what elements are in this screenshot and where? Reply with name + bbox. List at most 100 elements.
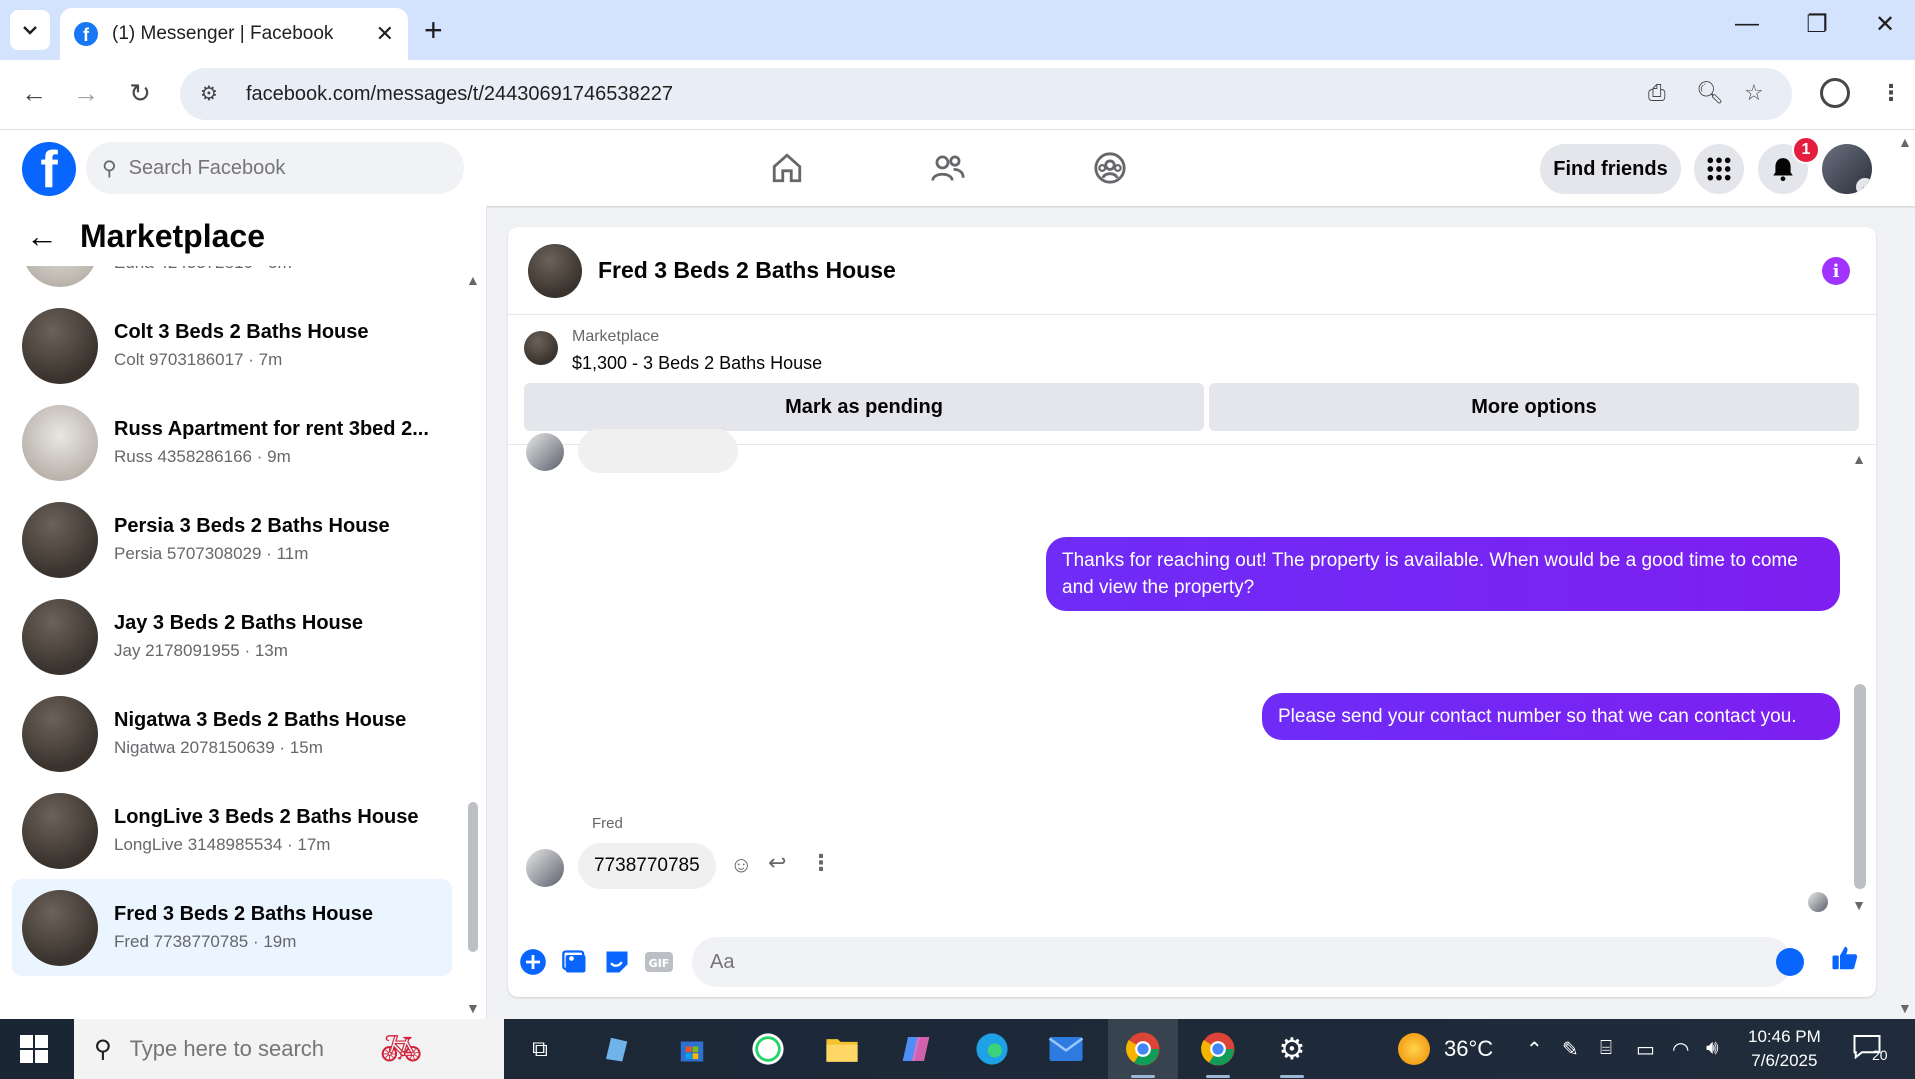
restore-window-button[interactable]: ❐ bbox=[1797, 10, 1837, 39]
reply-icon[interactable]: ↩ bbox=[768, 850, 786, 876]
notes-app-icon[interactable] bbox=[596, 1029, 636, 1069]
scroll-up-arrow-icon[interactable]: ▲ bbox=[1852, 451, 1866, 467]
system-clock[interactable]: 10:46 PM 7/6/2025 bbox=[1748, 1025, 1821, 1073]
more-actions-icon[interactable]: ⋮ bbox=[810, 850, 832, 876]
mark-as-pending-button[interactable]: Mark as pending bbox=[524, 383, 1204, 431]
whatsapp-icon[interactable] bbox=[748, 1029, 788, 1069]
settings-gear-icon[interactable]: ⚙ bbox=[1272, 1029, 1312, 1069]
chat-avatar[interactable] bbox=[528, 243, 582, 298]
sticker-icon[interactable] bbox=[602, 947, 632, 977]
conversation-item[interactable]: Nigatwa 3 Beds 2 Baths House Nigatwa 2078… bbox=[12, 685, 452, 782]
chat-scrollbar[interactable] bbox=[1854, 684, 1866, 889]
temperature: 36°C bbox=[1444, 1036, 1494, 1061]
photo-icon[interactable] bbox=[560, 947, 590, 977]
mail-icon[interactable] bbox=[1046, 1029, 1086, 1069]
conversation-text: Russ Apartment for rent 3bed 2... Russ 43… bbox=[114, 418, 429, 467]
weather-sun-icon bbox=[1398, 1033, 1430, 1065]
clock-date: 7/6/2025 bbox=[1751, 1051, 1818, 1070]
conversation-item[interactable]: Jay 3 Beds 2 Baths House Jay 2178091955 ·… bbox=[12, 588, 452, 685]
notification-center-icon[interactable]: 20 bbox=[1852, 1033, 1888, 1063]
listing-price[interactable]: $1,300 - 3 Beds 2 Baths House bbox=[572, 353, 822, 374]
browser-menu-icon[interactable]: ⋮ bbox=[1880, 80, 1902, 106]
back-button[interactable]: ← bbox=[16, 78, 52, 109]
new-tab-button[interactable]: + bbox=[424, 12, 443, 49]
conversation-name: Nigatwa 3 Beds 2 Baths House bbox=[114, 709, 407, 731]
outgoing-message-bubble[interactable]: Thanks for reaching out! The property is… bbox=[1046, 537, 1840, 611]
listing-thumbnail[interactable] bbox=[524, 331, 558, 365]
groups-icon[interactable] bbox=[1088, 146, 1132, 190]
file-explorer-icon[interactable] bbox=[822, 1029, 862, 1069]
pen-icon[interactable]: ✎ bbox=[1562, 1037, 1579, 1062]
fred-avatar[interactable] bbox=[526, 433, 564, 471]
home-icon[interactable] bbox=[765, 146, 809, 190]
facebook-search-input[interactable] bbox=[128, 156, 429, 180]
conversation-item[interactable]: Colt 3 Beds 2 Baths House Colt 9703186017… bbox=[12, 297, 452, 394]
browser-profile-icon[interactable] bbox=[1820, 78, 1850, 108]
conversation-text: Colt 3 Beds 2 Baths House Colt 9703186017… bbox=[114, 321, 369, 370]
scroll-down-arrow-icon[interactable]: ▼ bbox=[466, 1000, 480, 1016]
url-text[interactable]: facebook.com/messages/t/2443069174653822… bbox=[246, 83, 673, 106]
address-bar[interactable]: ⚙ facebook.com/messages/t/24430691746538… bbox=[180, 68, 1792, 120]
meet-icon[interactable]: ⌸ bbox=[1600, 1037, 1612, 1060]
facebook-header: f ⚲ Find friends ⌄ bbox=[0, 130, 1915, 206]
copilot-icon[interactable] bbox=[896, 1029, 936, 1069]
page-scroll-up-arrow-icon[interactable]: ▲ bbox=[1898, 134, 1912, 150]
chrome-active-icon[interactable] bbox=[1108, 1019, 1178, 1079]
chevron-up-icon[interactable]: ⌃ bbox=[1526, 1037, 1543, 1062]
forward-button[interactable]: → bbox=[68, 78, 104, 109]
chevron-down-icon bbox=[23, 26, 37, 35]
taskbar-search-input[interactable] bbox=[129, 1036, 380, 1062]
account-avatar[interactable]: ⌄ bbox=[1822, 144, 1872, 194]
browser-tab-strip: f (1) Messenger | Facebook ✕ + — ❐ ✕ bbox=[0, 0, 1915, 60]
minimize-window-button[interactable]: — bbox=[1727, 10, 1767, 38]
previous-message-bubble[interactable] bbox=[578, 429, 738, 473]
message-input[interactable] bbox=[692, 937, 1792, 987]
tab-close-icon[interactable]: ✕ bbox=[376, 21, 394, 47]
reload-button[interactable]: ↻ bbox=[122, 78, 158, 109]
close-window-button[interactable]: ✕ bbox=[1865, 10, 1905, 39]
facebook-logo-icon[interactable]: f bbox=[22, 142, 76, 196]
plus-icon[interactable] bbox=[518, 947, 548, 977]
outgoing-message-bubble[interactable]: Please send your contact number so that … bbox=[1262, 693, 1840, 740]
facebook-search[interactable]: ⚲ bbox=[86, 142, 464, 194]
conversation-name: Jay 3 Beds 2 Baths House bbox=[114, 612, 363, 634]
site-settings-icon[interactable]: ⚙ bbox=[200, 81, 226, 107]
friends-icon[interactable] bbox=[926, 146, 970, 190]
wifi-icon[interactable]: ◠ bbox=[1672, 1037, 1689, 1062]
conversation-item[interactable]: Russ Apartment for rent 3bed 2... Russ 43… bbox=[12, 394, 452, 491]
more-options-button[interactable]: More options bbox=[1209, 383, 1859, 431]
conversation-item[interactable]: LongLive 3 Beds 2 Baths House LongLive 31… bbox=[12, 782, 452, 879]
find-friends-button[interactable]: Find friends bbox=[1540, 144, 1681, 194]
zoom-icon[interactable]: 🔍︎ bbox=[1696, 80, 1724, 106]
taskbar-search[interactable]: ⚲ 🚲︎ bbox=[74, 1019, 504, 1079]
menu-grid-icon[interactable] bbox=[1694, 144, 1744, 194]
tab-search-button[interactable] bbox=[10, 10, 50, 50]
emoji-icon[interactable] bbox=[1776, 948, 1804, 976]
chrome-profile-icon[interactable] bbox=[1198, 1029, 1238, 1069]
task-view-icon[interactable]: ⧉ bbox=[520, 1029, 560, 1069]
edge-browser-icon[interactable] bbox=[972, 1029, 1012, 1069]
battery-icon[interactable]: ▭ bbox=[1636, 1037, 1655, 1062]
thumbs-up-icon[interactable] bbox=[1830, 943, 1860, 973]
fred-avatar[interactable] bbox=[526, 849, 564, 887]
microsoft-store-icon[interactable] bbox=[672, 1029, 712, 1069]
browser-tab-messenger[interactable]: f (1) Messenger | Facebook ✕ bbox=[60, 8, 408, 60]
weather-widget[interactable]: 36°C bbox=[1398, 1033, 1493, 1065]
chat-title[interactable]: Fred 3 Beds 2 Baths House bbox=[598, 257, 896, 284]
incoming-message-bubble[interactable]: 7738770785 bbox=[578, 843, 716, 889]
scroll-down-arrow-icon[interactable]: ▼ bbox=[1852, 897, 1866, 913]
info-icon[interactable]: i bbox=[1822, 257, 1850, 285]
scroll-up-arrow-icon[interactable]: ▲ bbox=[466, 272, 480, 288]
volume-icon[interactable]: 🔊︎ bbox=[1706, 1037, 1719, 1060]
conversation-item[interactable]: Persia 3 Beds 2 Baths House Persia 570730… bbox=[12, 491, 452, 588]
page-scroll-down-arrow-icon[interactable]: ▼ bbox=[1898, 1000, 1912, 1016]
gif-icon[interactable]: GIF bbox=[644, 947, 674, 977]
conversation-item[interactable]: Fred 3 Beds 2 Baths House Fred 7738770785… bbox=[12, 879, 452, 976]
listing-thumbnail bbox=[22, 404, 98, 481]
sidebar-scrollbar[interactable] bbox=[468, 802, 478, 952]
bookmark-star-icon[interactable]: ☆ bbox=[1744, 80, 1764, 106]
windows-start-icon[interactable] bbox=[20, 1035, 48, 1063]
back-arrow-icon[interactable]: ← bbox=[26, 218, 58, 255]
react-icon[interactable]: ☺ bbox=[730, 852, 752, 878]
install-app-icon[interactable]: ⎙ bbox=[1648, 80, 1666, 106]
